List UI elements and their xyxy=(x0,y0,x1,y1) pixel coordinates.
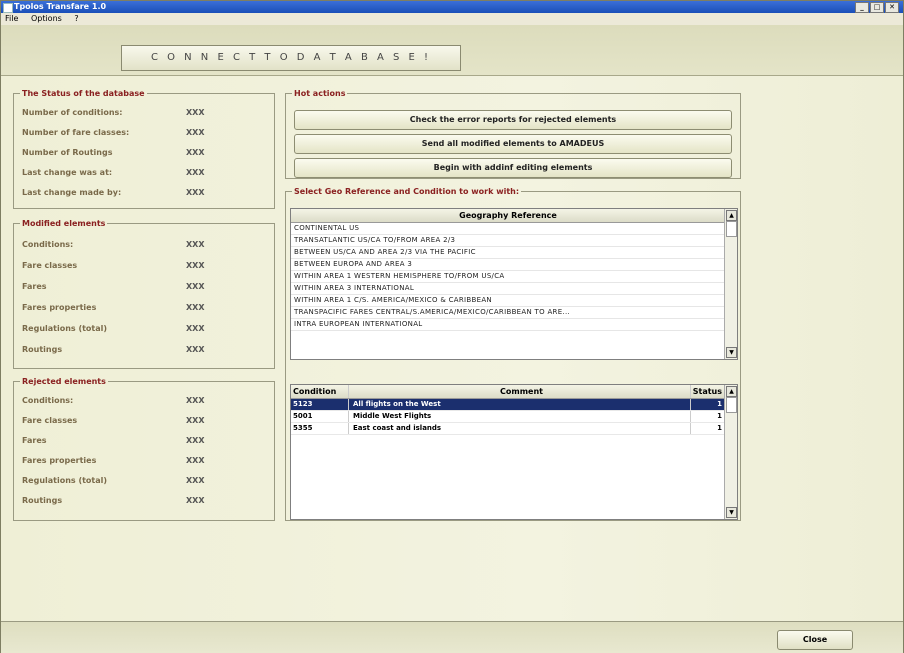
field-label: Last change made by: xyxy=(22,188,122,197)
status-cell: 1 xyxy=(717,400,722,408)
window-controls: _ □ ✕ xyxy=(855,2,899,13)
title-bar: Tpolos Transfare 1.0 _ □ ✕ xyxy=(1,1,903,13)
begin-editing-button[interactable]: Begin with addinf editing elements xyxy=(294,158,732,178)
database-status-legend: The Status of the database xyxy=(22,89,145,98)
condition-cell: 5355 xyxy=(291,423,349,434)
geography-list-item[interactable]: TRANSATLANTIC US/CA TO/FROM AREA 2/3 xyxy=(291,235,725,247)
col-comment[interactable]: Comment xyxy=(349,385,691,398)
field-label: Regulations (total) xyxy=(22,324,108,333)
field-value: XXX xyxy=(186,436,205,445)
check-error-reports-button[interactable]: Check the error reports for rejected ele… xyxy=(294,110,732,130)
field-value: XXX xyxy=(186,188,205,197)
field-value: XXX xyxy=(186,168,205,177)
close-icon[interactable]: ✕ xyxy=(885,2,899,13)
status-cell: 1 xyxy=(717,424,722,432)
geography-list-item[interactable]: BETWEEN EUROPA AND AREA 3 xyxy=(291,259,725,271)
hot-actions-panel: Hot actions Check the error reports for … xyxy=(285,89,741,179)
field-label: Number of Routings xyxy=(22,148,113,157)
modified-elements-panel: Modified elements Conditions: XXX Fare cla… xyxy=(13,219,275,369)
field-value: XXX xyxy=(186,128,205,137)
rejected-elements-legend: Rejected elements xyxy=(22,377,106,386)
hot-actions-legend: Hot actions xyxy=(294,89,346,98)
field-label: Fares xyxy=(22,282,47,291)
geography-list-item[interactable]: WITHIN AREA 1 WESTERN HEMISPHERE TO/FROM… xyxy=(291,271,725,283)
conditions-table-header: Condition Comment Status xyxy=(291,385,725,399)
send-modified-elements-button[interactable]: Send all modified elements to AMADEUS xyxy=(294,134,732,154)
field-value: XXX xyxy=(186,282,205,291)
field-value: XXX xyxy=(186,148,205,157)
geography-list-item[interactable]: WITHIN AREA 1 C/S. AMERICA/MEXICO & CARI… xyxy=(291,295,725,307)
field-value: XXX xyxy=(186,476,205,485)
app-window: Tpolos Transfare 1.0 _ □ ✕ File Options … xyxy=(0,0,904,653)
scroll-down-icon[interactable]: ▼ xyxy=(726,347,737,358)
comment-cell: Middle West Flights xyxy=(349,411,691,422)
bottom-band: Close xyxy=(1,621,903,653)
geography-list-item[interactable]: CONTINENTAL US xyxy=(291,223,725,235)
field-value: XXX xyxy=(186,261,205,270)
top-band: C O N N E C T T O D A T A B A S E ! xyxy=(1,25,903,76)
close-button[interactable]: Close xyxy=(777,630,853,650)
window-title: Tpolos Transfare 1.0 xyxy=(14,2,107,11)
scroll-thumb[interactable] xyxy=(726,221,737,237)
col-condition[interactable]: Condition xyxy=(291,385,349,398)
connect-button[interactable]: C O N N E C T T O D A T A B A S E ! xyxy=(121,45,461,71)
field-label: Routings xyxy=(22,496,63,505)
geography-list-item[interactable]: INTRA EUROPEAN INTERNATIONAL xyxy=(291,319,725,331)
geography-list-item[interactable]: TRANSPACIFIC FARES CENTRAL/S.AMERICA/MEX… xyxy=(291,307,725,319)
field-value: XXX xyxy=(186,345,205,354)
maximize-icon[interactable]: □ xyxy=(870,2,884,13)
geography-reference-header: Geography Reference xyxy=(291,209,725,223)
comment-cell: All flights on the West xyxy=(349,399,691,410)
database-status-panel: The Status of the database Number of con… xyxy=(13,89,275,209)
field-label: Fares xyxy=(22,436,47,445)
menu-options[interactable]: Options xyxy=(31,14,62,23)
field-label: Conditions: xyxy=(22,396,74,405)
rejected-elements-panel: Rejected elements Conditions: XXX Fare cla… xyxy=(13,377,275,521)
geo-selection-legend: Select Geo Reference and Condition to wo… xyxy=(294,187,520,196)
minimize-icon[interactable]: _ xyxy=(855,2,869,13)
geo-selection-panel: Select Geo Reference and Condition to wo… xyxy=(285,187,741,521)
condition-cell: 5001 xyxy=(291,411,349,422)
field-label: Routings xyxy=(22,345,63,354)
scroll-up-icon[interactable]: ▲ xyxy=(726,210,737,221)
field-label: Number of conditions: xyxy=(22,108,123,117)
table-row[interactable]: 5001 Middle West Flights 1 xyxy=(291,411,725,423)
status-cell: 1 xyxy=(717,412,722,420)
field-value: XXX xyxy=(186,303,205,312)
geography-list-item[interactable]: BETWEEN US/CA AND AREA 2/3 VIA THE PACIF… xyxy=(291,247,725,259)
field-label: Regulations (total) xyxy=(22,476,108,485)
field-value: XXX xyxy=(186,240,205,249)
condition-cell: 5123 xyxy=(291,399,349,410)
field-value: XXX xyxy=(186,496,205,505)
col-status[interactable]: Status xyxy=(691,385,725,398)
field-value: XXX xyxy=(186,324,205,333)
modified-elements-legend: Modified elements xyxy=(22,219,106,228)
field-value: XXX xyxy=(186,396,205,405)
conditions-scrollbar[interactable]: ▲ ▼ xyxy=(724,385,737,519)
table-row[interactable]: 5355 East coast and islands 1 xyxy=(291,423,725,435)
scroll-thumb[interactable] xyxy=(726,397,737,413)
menu-bar: File Options ? xyxy=(1,13,903,25)
geography-reference-list[interactable]: Geography Reference CONTINENTAL US TRANSA… xyxy=(290,208,738,360)
comment-cell: East coast and islands xyxy=(349,423,691,434)
app-icon xyxy=(3,3,13,13)
geo-scrollbar[interactable]: ▲ ▼ xyxy=(724,209,737,359)
field-label: Fare classes xyxy=(22,416,78,425)
field-value: XXX xyxy=(186,416,205,425)
table-row[interactable]: 5123 All flights on the West 1 xyxy=(291,399,725,411)
scroll-down-icon[interactable]: ▼ xyxy=(726,507,737,518)
field-label: Number of fare classes: xyxy=(22,128,130,137)
menu-help[interactable]: ? xyxy=(74,14,78,23)
field-label: Fares properties xyxy=(22,303,97,312)
scroll-up-icon[interactable]: ▲ xyxy=(726,386,737,397)
menu-file[interactable]: File xyxy=(5,14,18,23)
conditions-table[interactable]: Condition Comment Status 5123 All flights… xyxy=(290,384,738,520)
field-value: XXX xyxy=(186,456,205,465)
field-label: Conditions: xyxy=(22,240,74,249)
field-label: Last change was at: xyxy=(22,168,113,177)
field-label: Fares properties xyxy=(22,456,97,465)
field-label: Fare classes xyxy=(22,261,78,270)
geography-list-item[interactable]: WITHIN AREA 3 INTERNATIONAL xyxy=(291,283,725,295)
field-value: XXX xyxy=(186,108,205,117)
